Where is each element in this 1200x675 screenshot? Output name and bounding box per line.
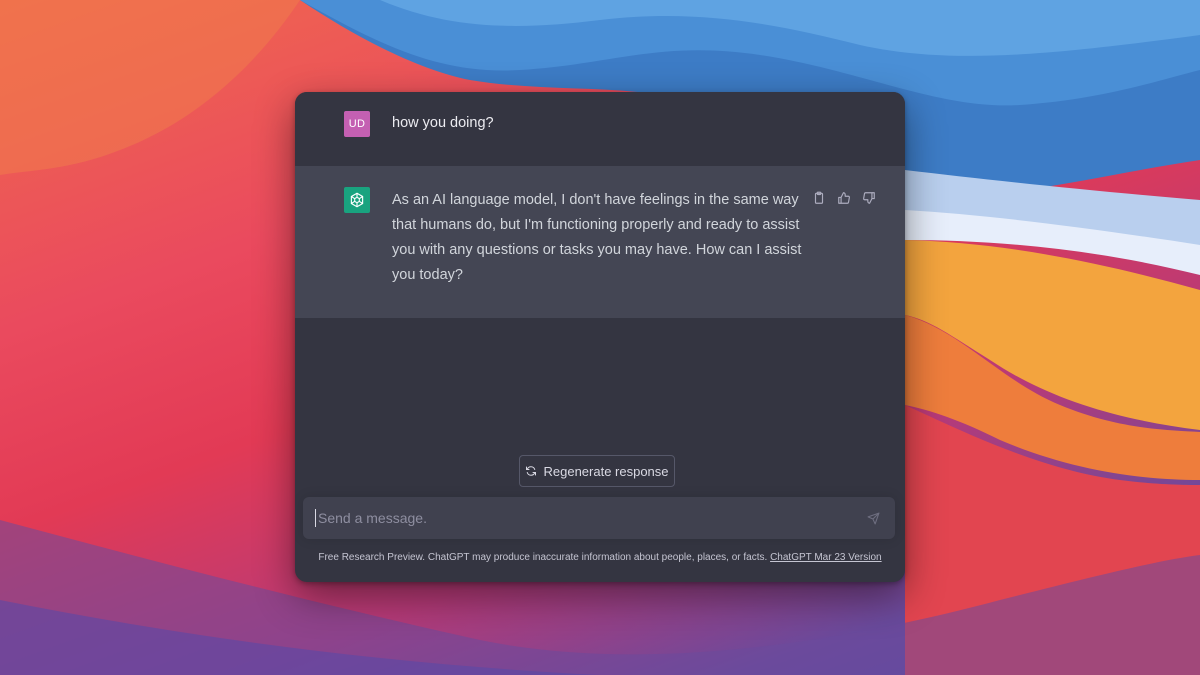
send-icon [867, 512, 879, 524]
message-composer [303, 497, 895, 539]
thumbs-down-icon[interactable] [861, 190, 877, 206]
send-button[interactable] [865, 510, 881, 526]
refresh-icon [526, 466, 537, 476]
assistant-message-row: As an AI language model, I don't have fe… [295, 166, 905, 318]
regenerate-response-button[interactable]: Regenerate response [519, 455, 675, 487]
chatgpt-window: UD how you doing? As an AI language mode… [295, 92, 905, 582]
user-message-row: UD how you doing? [295, 92, 905, 167]
message-actions [811, 190, 877, 206]
user-message-text: how you doing? [392, 115, 494, 131]
assistant-message-text: As an AI language model, I don't have fe… [392, 192, 802, 283]
version-link[interactable]: ChatGPT Mar 23 Version [770, 552, 882, 563]
regenerate-label: Regenerate response [543, 463, 669, 479]
openai-logo-icon [344, 187, 370, 213]
thumbs-up-icon[interactable] [836, 190, 852, 206]
footer-text: Free Research Preview. ChatGPT may produ… [318, 552, 768, 563]
desktop-background: UD how you doing? As an AI language mode… [0, 0, 1200, 675]
copy-icon[interactable] [811, 190, 827, 206]
user-avatar: UD [344, 111, 370, 137]
message-input[interactable] [315, 509, 855, 527]
footer-disclaimer: Free Research Preview. ChatGPT may produ… [295, 552, 905, 563]
